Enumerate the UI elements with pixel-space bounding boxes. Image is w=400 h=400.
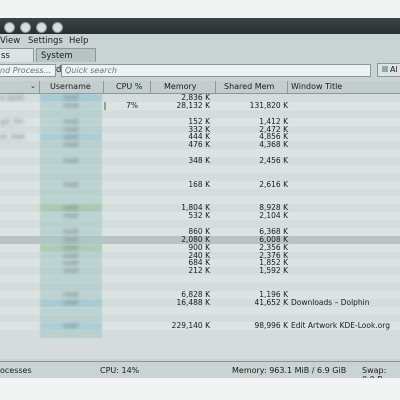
process-name: gd_thr: [0, 116, 25, 126]
shared-mem-cell: 41,652 K: [254, 297, 288, 307]
table-row[interactable]: root 212 K 1,592 K: [0, 266, 400, 276]
maximize-icon[interactable]: [36, 22, 47, 33]
shared-mem-cell: 2,616 K: [259, 179, 288, 189]
memory-usage: Memory: 963.1 MiB / 6.9 GiB: [232, 366, 347, 375]
username-highlight: [40, 188, 102, 197]
filter-row: nd Process... Quick search Al: [0, 63, 400, 79]
window-title-cell: Edit Artwork KDE-Look.org: [291, 321, 390, 331]
table-row[interactable]: [0, 306, 400, 315]
cpu-cell: 7%: [126, 100, 138, 110]
table-row[interactable]: user 229,140 K 98,996 K Edit Artwork KDE-Lo…: [0, 321, 400, 331]
status-bar: ocesses CPU: 14% Memory: 963.1 MiB / 6.9…: [0, 361, 400, 384]
tab-bar: ss Table System Load: [0, 48, 400, 75]
column-divider[interactable]: [150, 81, 151, 93]
process-table[interactable]: ⌄ Username CPU % Memory Shared Mem Windo…: [0, 81, 400, 359]
process-name: pi_dae: [0, 132, 25, 142]
column-divider[interactable]: [287, 81, 288, 93]
shared-mem-cell: 131,820 K: [249, 100, 288, 110]
menu-help[interactable]: Help: [69, 36, 88, 46]
memory-cell: 348 K: [188, 156, 210, 165]
table-row[interactable]: [0, 275, 400, 283]
filter-dropdown-label: Al: [390, 65, 398, 74]
memory-cell: 476 K: [188, 140, 210, 150]
username-cell: root: [63, 266, 79, 276]
close-icon[interactable]: [52, 22, 63, 33]
memory-cell: 229,140 K: [171, 321, 210, 331]
username-cell: root: [63, 179, 79, 189]
cpu-usage: CPU: 14%: [100, 366, 140, 375]
desktop-background: [0, 378, 400, 400]
table-row[interactable]: root 348 K 2,456 K: [0, 157, 400, 165]
username-cell: root: [63, 100, 79, 110]
column-window-title-header[interactable]: Window Title: [291, 82, 342, 91]
username-highlight: [40, 330, 102, 339]
quick-search-input[interactable]: Quick search: [61, 64, 371, 77]
username-cell: root: [63, 156, 79, 165]
column-divider[interactable]: [39, 81, 40, 93]
username-cell: root: [63, 140, 79, 150]
column-username-header[interactable]: Username: [50, 82, 91, 91]
memory-cell: 28,132 K: [176, 100, 210, 110]
minimize-icon[interactable]: [20, 22, 31, 33]
table-row[interactable]: [0, 330, 400, 339]
menu-view[interactable]: View: [0, 36, 20, 46]
shared-mem-cell: 98,996 K: [254, 321, 288, 331]
shared-mem-cell: 4,368 K: [259, 140, 288, 150]
memory-cell: 532 K: [188, 211, 210, 221]
memory-cell: 212 K: [188, 266, 210, 276]
window-title-cell: Downloads – Dolphin: [291, 297, 370, 307]
username-highlight: [40, 306, 102, 315]
table-row[interactable]: user 16,488 K 41,652 K Downloads – Dolphin: [0, 297, 400, 307]
process-rows: x (pid) root 2,836 Kroot 7% 28,132 K 131,820 …: [0, 93, 400, 339]
process-filter-dropdown[interactable]: Al: [377, 63, 400, 77]
table-row[interactable]: [0, 164, 400, 173]
column-cpu-header[interactable]: CPU %: [116, 82, 142, 91]
table-row[interactable]: root 168 K 2,616 K: [0, 179, 400, 189]
menu-settings[interactable]: Settings: [28, 36, 63, 46]
process-name: x (pid): [0, 93, 25, 102]
username-highlight: [40, 164, 102, 173]
shared-mem-cell: 1,592 K: [259, 266, 288, 276]
window-menu-icon[interactable]: [4, 22, 15, 33]
column-divider[interactable]: [103, 81, 104, 93]
username-highlight: [40, 275, 102, 283]
filter-icon: [382, 66, 388, 72]
find-process-field[interactable]: nd Process...: [0, 64, 56, 77]
column-memory-header[interactable]: Memory: [164, 82, 197, 91]
table-row[interactable]: root 532 K 2,104 K: [0, 212, 400, 220]
username-cell: user: [62, 297, 80, 307]
username-cell: user: [62, 321, 80, 331]
shared-mem-cell: 2,104 K: [259, 211, 288, 221]
column-shared-mem-header[interactable]: Shared Mem: [224, 82, 274, 91]
tab-process-table[interactable]: ss Table: [0, 48, 34, 75]
table-row[interactable]: root 476 K 4,368 K: [0, 140, 400, 150]
table-row[interactable]: [0, 188, 400, 197]
sort-chevron-icon[interactable]: ⌄: [30, 82, 36, 90]
memory-cell: 16,488 K: [176, 297, 210, 307]
process-count: ocesses: [0, 366, 32, 375]
memory-cell: 168 K: [188, 179, 210, 189]
menu-bar: View Settings Help: [0, 34, 400, 48]
column-divider[interactable]: [215, 81, 216, 93]
shared-mem-cell: 2,456 K: [259, 156, 288, 165]
table-row[interactable]: root 7% 28,132 K 131,820 K: [0, 100, 400, 110]
tab-system-load[interactable]: System Load: [36, 48, 96, 75]
username-cell: root: [63, 211, 79, 221]
